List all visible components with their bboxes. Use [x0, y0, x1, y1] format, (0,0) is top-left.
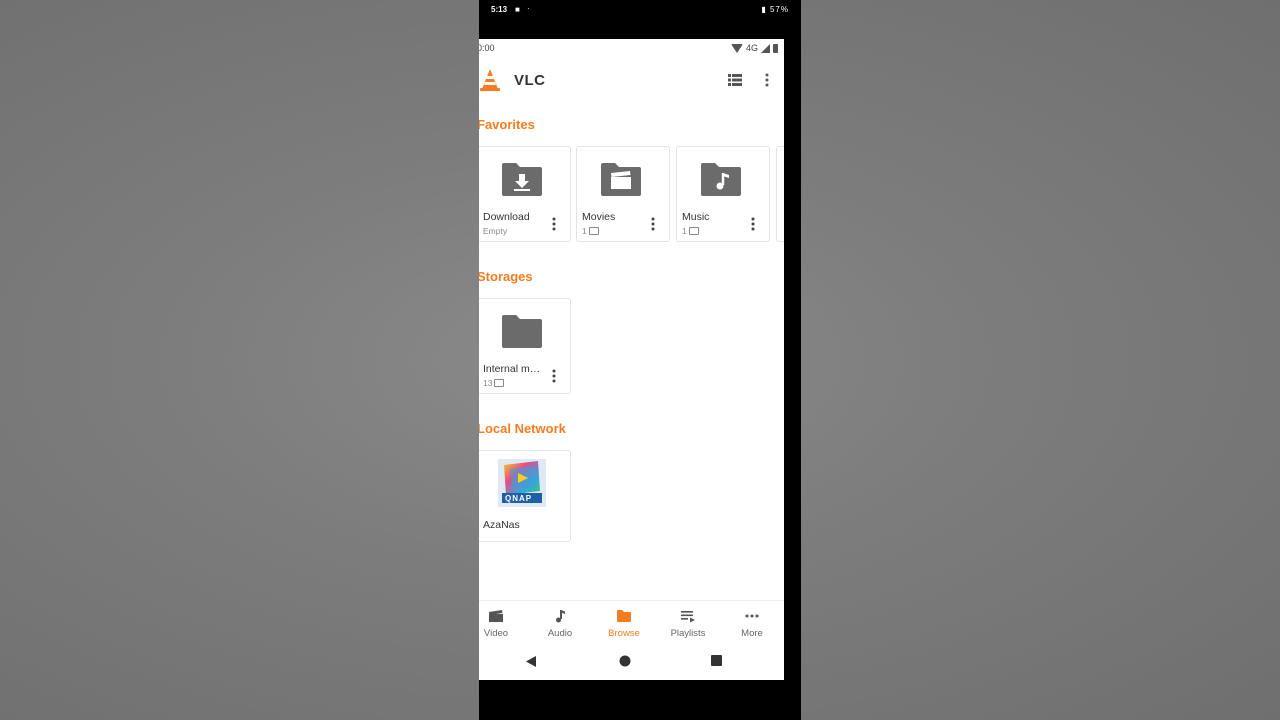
- back-icon[interactable]: [525, 655, 537, 668]
- card-subtitle: 1: [682, 226, 699, 236]
- phone-frame: 5:13 ■ · ▮ 57% 0:00 4G VLC Favorites Dow…: [479, 0, 801, 720]
- card-label: Music: [682, 211, 710, 223]
- wifi-icon: [730, 43, 743, 53]
- section-title-local-network: Local Network: [479, 421, 566, 436]
- qnap-logo-text: QNAP: [505, 494, 533, 503]
- recents-icon[interactable]: [711, 655, 722, 666]
- app-screen: 0:00 4G VLC Favorites Download Empty Mov…: [479, 39, 784, 680]
- home-icon[interactable]: [619, 655, 631, 667]
- nav-tab-more[interactable]: More: [722, 601, 782, 645]
- app-status-bar: 0:00 4G: [479, 39, 784, 59]
- camera-icon: ■: [515, 5, 520, 14]
- storage-card-internal[interactable]: Internal m… 13: [479, 298, 571, 394]
- app-title: VLC: [514, 72, 546, 89]
- card-subtitle: 13: [483, 378, 505, 388]
- nav-label: Video: [483, 628, 509, 639]
- card-label: Internal m…: [483, 363, 541, 375]
- nav-label: Playlists: [670, 628, 706, 639]
- nav-tab-browse[interactable]: Browse: [594, 601, 654, 645]
- notification-dot-icon: ·: [527, 4, 530, 13]
- nav-label: Audio: [547, 628, 573, 639]
- section-title-storages: Storages: [479, 269, 533, 284]
- device-clock: 5:13: [491, 5, 508, 14]
- card-subtitle: 1: [582, 226, 599, 236]
- network-type: 4G: [745, 43, 758, 53]
- music-folder-icon: [701, 163, 741, 196]
- nav-tab-audio[interactable]: Audio: [530, 601, 590, 645]
- battery-icon: [773, 43, 778, 53]
- card-menu-icon[interactable]: [552, 369, 556, 383]
- overflow-menu-icon[interactable]: [764, 73, 770, 87]
- folder-icon: [502, 315, 542, 348]
- browse-folder-icon: [617, 610, 631, 622]
- folder-count-icon: [588, 227, 599, 235]
- video-icon: [489, 610, 503, 622]
- card-menu-icon[interactable]: [651, 217, 655, 231]
- card-menu-icon[interactable]: [751, 217, 755, 231]
- folder-count-icon: [494, 379, 505, 387]
- audio-icon: [556, 610, 565, 623]
- list-view-icon[interactable]: [728, 74, 742, 86]
- card-label: Download: [483, 211, 530, 223]
- app-bar: VLC: [479, 59, 784, 103]
- card-menu-icon[interactable]: [552, 217, 556, 231]
- card-label: Movies: [582, 211, 616, 223]
- folder-count-icon: [688, 227, 699, 235]
- device-status-bar: 5:13 ■ · ▮ 57%: [479, 0, 801, 22]
- favorite-card-movies[interactable]: Movies 1: [576, 146, 670, 242]
- playlist-icon: [681, 611, 695, 623]
- favorite-card-music[interactable]: Music 1: [676, 146, 770, 242]
- network-card-azanas[interactable]: QNAP AzaNas: [479, 450, 571, 542]
- more-horizontal-icon: [745, 614, 759, 618]
- card-label: AzaNas: [483, 519, 520, 531]
- download-folder-icon: [502, 163, 542, 196]
- bottom-navigation: Video Audio Browse Playlists More: [479, 600, 784, 645]
- app-status-clock: 0:00: [479, 43, 495, 53]
- nav-tab-video[interactable]: Video: [479, 601, 526, 645]
- favorite-card-partial[interactable]: [776, 146, 784, 242]
- section-title-favorites: Favorites: [479, 117, 535, 132]
- movies-folder-icon: [601, 163, 641, 196]
- favorite-card-download[interactable]: Download Empty: [479, 146, 571, 242]
- nav-tab-playlists[interactable]: Playlists: [658, 601, 718, 645]
- card-subtitle: Empty: [483, 226, 508, 236]
- nav-label: Browse: [608, 628, 640, 639]
- vlc-cone-icon: [480, 69, 500, 91]
- system-navigation-bar: [479, 644, 784, 680]
- nav-label: More: [741, 628, 763, 639]
- signal-icon: [761, 43, 770, 53]
- device-battery: ▮ 57%: [761, 5, 789, 14]
